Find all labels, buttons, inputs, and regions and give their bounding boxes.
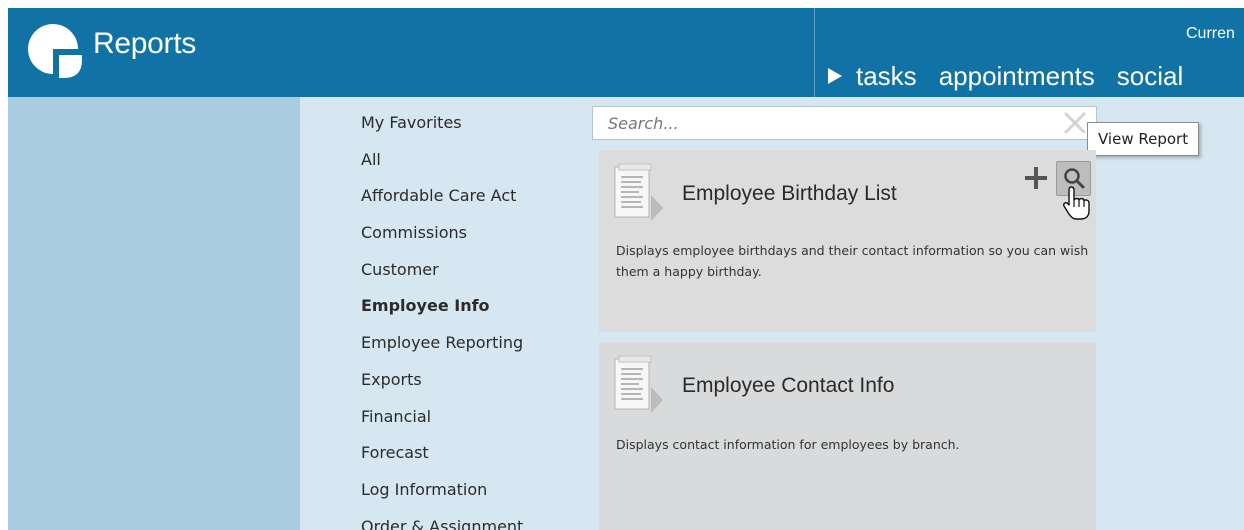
- category-item-employee-reporting[interactable]: Employee Reporting: [361, 330, 523, 367]
- report-card[interactable]: Employee Contact Info Displays contact i…: [599, 342, 1096, 530]
- report-document-icon: [614, 355, 663, 413]
- category-item-customer[interactable]: Customer: [361, 257, 523, 294]
- category-item-log-information[interactable]: Log Information: [361, 477, 523, 514]
- category-item-affordable-care-act[interactable]: Affordable Care Act: [361, 183, 523, 220]
- category-item-exports[interactable]: Exports: [361, 367, 523, 404]
- header-tabs: tasks appointments social: [828, 58, 1205, 94]
- category-item-financial[interactable]: Financial: [361, 404, 523, 441]
- app-title: Reports: [93, 27, 196, 60]
- play-arrow-icon: [828, 68, 842, 84]
- tab-appointments[interactable]: appointments: [939, 61, 1095, 92]
- report-card[interactable]: Employee Birthday List Displays employee…: [599, 150, 1096, 332]
- category-item-all[interactable]: All: [361, 147, 523, 184]
- header-divider: [814, 8, 815, 97]
- category-item-commissions[interactable]: Commissions: [361, 220, 523, 257]
- report-category-list: My Favorites All Affordable Care Act Com…: [361, 110, 523, 530]
- tab-tasks[interactable]: tasks: [856, 61, 917, 92]
- current-user-label: Curren: [1186, 25, 1235, 42]
- category-item-order-assignment[interactable]: Order & Assignment: [361, 514, 523, 530]
- reports-logo-icon[interactable]: [26, 22, 84, 80]
- plus-icon[interactable]: [1023, 165, 1049, 191]
- report-description: Displays contact information for employe…: [616, 437, 960, 452]
- report-title[interactable]: Employee Contact Info: [682, 374, 894, 398]
- report-title[interactable]: Employee Birthday List: [682, 182, 897, 206]
- category-item-forecast[interactable]: Forecast: [361, 440, 523, 477]
- search-box: [592, 106, 1097, 140]
- view-report-tooltip: View Report: [1087, 122, 1200, 156]
- report-description: Displays employee birthdays and their co…: [616, 243, 1089, 279]
- category-item-employee-info[interactable]: Employee Info: [361, 293, 523, 330]
- left-panel: [8, 97, 300, 530]
- hand-pointer-icon: [1063, 186, 1090, 220]
- app-header: Reports Curren tasks appointments social: [8, 8, 1244, 97]
- close-icon[interactable]: [1063, 111, 1087, 135]
- report-document-icon: [614, 163, 663, 221]
- tab-social[interactable]: social: [1117, 61, 1183, 92]
- search-input[interactable]: [593, 107, 1053, 139]
- category-item-my-favorites[interactable]: My Favorites: [361, 110, 523, 147]
